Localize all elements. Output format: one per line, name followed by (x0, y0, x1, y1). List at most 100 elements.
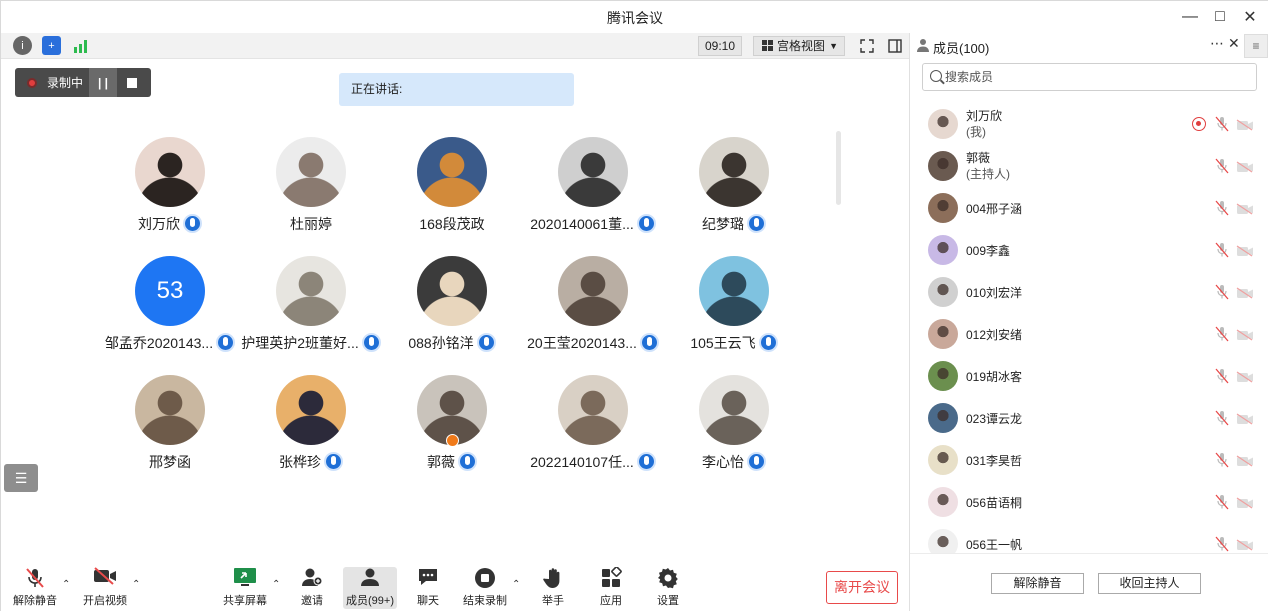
member-row[interactable]: 010刘宏洋 (910, 271, 1268, 313)
close-icon[interactable]: ✕ (1237, 5, 1263, 29)
member-row[interactable]: 056王一帆 (910, 523, 1268, 553)
member-row[interactable]: 056苗语桐 (910, 481, 1268, 523)
muted-mic-icon[interactable] (1215, 494, 1229, 510)
close-panel-icon[interactable]: ✕ (1228, 35, 1240, 52)
avatar (558, 375, 628, 445)
member-row[interactable]: 刘万欣 (我) (910, 103, 1268, 145)
view-mode-select[interactable]: 宫格视图 ▼ (753, 36, 845, 56)
member-row[interactable]: 012刘安绪 (910, 313, 1268, 355)
participant-tile[interactable]: 李心怡 (654, 375, 814, 485)
invite-button[interactable]: 邀请 (291, 567, 333, 609)
participant-tile[interactable]: 张桦珍 (231, 375, 391, 485)
muted-mic-icon[interactable] (1215, 284, 1229, 300)
muted-mic-icon[interactable] (1215, 200, 1229, 216)
member-row[interactable]: 009李鑫 (910, 229, 1268, 271)
participant-name: 105王云飞 (690, 335, 756, 351)
share-options-icon[interactable]: ⌃ (272, 579, 280, 590)
members-panel: 成员(100) ⋯ ✕ ≡ 刘万欣 (我) 郭薇 (主持人) 004邢子涵 009李鑫 01… (909, 33, 1268, 611)
video-off-icon (81, 567, 129, 589)
minimize-icon[interactable]: — (1177, 5, 1203, 29)
participant-tile[interactable]: 邢梦函 (90, 375, 250, 485)
participant-tile[interactable]: 168段茂政 (372, 137, 532, 247)
meeting-timer: 09:10 (698, 36, 742, 56)
fullscreen-icon[interactable] (857, 36, 877, 56)
chat-button[interactable]: 聊天 (407, 567, 449, 609)
record-options-icon[interactable]: ⌃ (512, 579, 520, 590)
info-icon[interactable]: i (13, 36, 32, 55)
video-off-icon[interactable] (1236, 454, 1254, 467)
unmute-button[interactable]: 解除静音 (11, 567, 59, 609)
signal-icon[interactable] (71, 36, 90, 55)
avatar (135, 137, 205, 207)
list-toggle-button[interactable]: ☰ (4, 464, 38, 492)
participant-name-row: 2020140061董... (513, 214, 673, 234)
apps-button[interactable]: 应用 (590, 566, 632, 609)
video-off-icon[interactable] (1236, 412, 1254, 425)
participant-name: 168段茂政 (419, 216, 485, 232)
start-video-button[interactable]: 开启视频 (81, 567, 129, 609)
video-off-icon[interactable] (1236, 244, 1254, 257)
mic-icon (183, 214, 202, 233)
video-off-icon[interactable] (1236, 118, 1254, 131)
muted-mic-icon[interactable] (1215, 326, 1229, 342)
end-recording-button[interactable]: 结束录制 (461, 567, 509, 609)
muted-mic-icon[interactable] (1215, 410, 1229, 426)
participant-name: 纪梦璐 (702, 216, 744, 232)
participant-tile[interactable]: 105王云飞 (654, 256, 814, 366)
video-off-icon[interactable] (1236, 328, 1254, 341)
members-icon (343, 567, 397, 589)
member-name: 郭薇 (966, 151, 991, 165)
member-row[interactable]: 019胡冰客 (910, 355, 1268, 397)
video-options-icon[interactable]: ⌃ (132, 579, 140, 590)
member-row[interactable]: 004邢子涵 (910, 187, 1268, 229)
maximize-icon[interactable]: □ (1207, 5, 1233, 29)
toggle-panel-icon[interactable] (885, 36, 905, 56)
muted-mic-icon[interactable] (1215, 536, 1229, 552)
stop-recording-button[interactable] (127, 77, 137, 88)
avatar (928, 235, 958, 265)
participant-tile[interactable]: 纪梦璐 (654, 137, 814, 247)
muted-mic-icon[interactable] (1215, 158, 1229, 174)
member-row[interactable]: 031李昊哲 (910, 439, 1268, 481)
members-button[interactable]: 成员(99+) (343, 567, 397, 609)
avatar (699, 137, 769, 207)
video-off-icon[interactable] (1236, 370, 1254, 383)
participant-tile[interactable]: 2022140107任... (513, 375, 673, 485)
audio-options-icon[interactable]: ⌃ (62, 579, 70, 590)
muted-mic-icon[interactable] (1215, 242, 1229, 258)
muted-mic-icon[interactable] (1215, 116, 1229, 132)
participant-name-row: 张桦珍 (231, 452, 391, 472)
more-options-icon[interactable]: ⋯ (1210, 35, 1224, 52)
video-off-icon[interactable] (1236, 496, 1254, 509)
participant-tile[interactable]: 088孙铭洋 (372, 256, 532, 366)
reclaim-host-button[interactable]: 收回主持人 (1098, 573, 1201, 594)
grid-scrollbar[interactable] (836, 131, 841, 205)
search-input[interactable] (945, 68, 1245, 86)
menu-icon[interactable]: ≡ (1244, 34, 1268, 58)
member-row[interactable]: 郭薇 (主持人) (910, 145, 1268, 187)
raise-hand-button[interactable]: 举手 (532, 567, 574, 609)
participant-tile[interactable]: 护理英护2班董好... (231, 256, 391, 366)
participant-name-row: 郭薇 (372, 452, 532, 472)
pause-recording-button[interactable]: | | (89, 68, 117, 97)
participant-tile[interactable]: 53 邹孟乔2020143... (90, 256, 250, 366)
settings-button[interactable]: 设置 (647, 567, 689, 609)
muted-mic-icon[interactable] (1215, 368, 1229, 384)
share-screen-button[interactable]: 共享屏幕 (221, 567, 269, 609)
participant-tile[interactable]: 2020140061董... (513, 137, 673, 247)
video-off-icon[interactable] (1236, 202, 1254, 215)
participant-tile[interactable]: 郭薇 (372, 375, 532, 485)
participant-tile[interactable]: 杜丽婷 (231, 137, 391, 247)
member-search[interactable] (922, 63, 1257, 91)
participant-tile[interactable]: 20王莹2020143... (513, 256, 673, 366)
video-off-icon[interactable] (1236, 286, 1254, 299)
video-off-icon[interactable] (1236, 538, 1254, 551)
video-off-icon[interactable] (1236, 160, 1254, 173)
leave-meeting-button[interactable]: 离开会议 (826, 571, 898, 604)
muted-mic-icon[interactable] (1215, 452, 1229, 468)
member-role: (主持人) (966, 167, 1010, 181)
member-row[interactable]: 023谭云龙 (910, 397, 1268, 439)
unmute-all-button[interactable]: 解除静音 (991, 573, 1084, 594)
shield-icon[interactable]: + (42, 36, 61, 55)
participant-tile[interactable]: 刘万欣 (90, 137, 250, 247)
